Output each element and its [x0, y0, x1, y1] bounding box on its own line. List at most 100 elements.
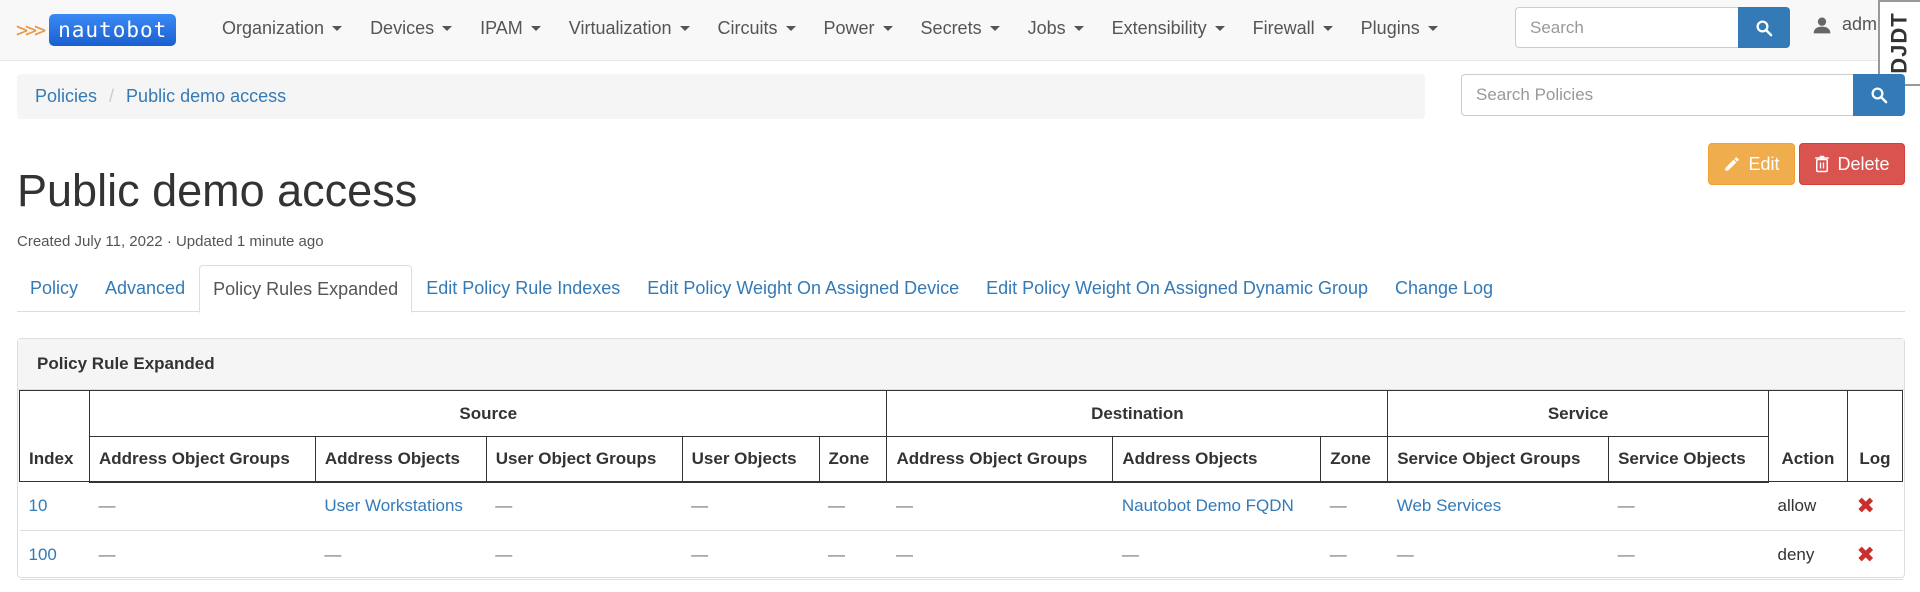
cell-dst-addr-groups: — — [886, 481, 1113, 531]
rule-index-link[interactable]: 100 — [19, 530, 90, 580]
search-icon — [1756, 20, 1773, 36]
col-src-user-objects: User Objects — [681, 436, 820, 483]
delete-button[interactable]: Delete — [1799, 143, 1905, 185]
nautobot-logo[interactable]: >>> nautobot — [16, 11, 177, 48]
tab-edit-policy-rule-indexes[interactable]: Edit Policy Rule Indexes — [413, 265, 633, 312]
nav-label: Secrets — [920, 17, 982, 38]
breadcrumb-separator: / — [109, 86, 115, 106]
cell-src-user-groups: — — [486, 481, 683, 531]
cell-dst-addr-groups: — — [886, 530, 1113, 580]
cell-src-user-objects: — — [682, 481, 820, 531]
user-menu[interactable]: adm — [1812, 14, 1877, 35]
nav-label: Jobs — [1027, 17, 1066, 38]
col-src-zone: Zone — [818, 436, 888, 483]
debug-toolbar-label: DJDT — [1887, 12, 1913, 74]
caret-down-icon — [1427, 25, 1438, 31]
tab-advanced[interactable]: Advanced — [92, 265, 198, 312]
trash-icon — [1815, 155, 1830, 173]
nav-label: Power — [823, 17, 875, 38]
caret-down-icon — [785, 25, 796, 31]
link-nautobot-demo-fqdn[interactable]: Nautobot Demo FQDN — [1112, 481, 1321, 531]
user-label: adm — [1842, 14, 1878, 34]
nav-jobs[interactable]: Jobs — [1014, 18, 1098, 39]
tab-change-log[interactable]: Change Log — [1382, 265, 1506, 312]
page-title: Public demo access — [17, 165, 418, 216]
caret-down-icon — [442, 25, 453, 31]
col-service-object-groups: Service Object Groups — [1387, 436, 1610, 483]
pencil-icon — [1725, 157, 1740, 171]
panel-title: Policy Rule Expanded — [18, 339, 1904, 390]
col-src-address-object-groups: Address Object Groups — [88, 436, 316, 483]
policy-rule-panel: Policy Rule Expanded Index Source Destin… — [17, 338, 1905, 580]
nav-extensibility[interactable]: Extensibility — [1098, 18, 1239, 39]
policy-search-button[interactable] — [1853, 74, 1905, 116]
tab-edit-policy-weight-device[interactable]: Edit Policy Weight On Assigned Device — [634, 265, 972, 312]
global-search-button[interactable] — [1738, 7, 1790, 48]
nav-firewall[interactable]: Firewall — [1239, 18, 1347, 39]
cell-src-zone: — — [819, 481, 887, 531]
col-service-objects: Service Objects — [1608, 436, 1769, 483]
cell-dst-zone: — — [1320, 530, 1388, 580]
group-service: Service — [1387, 390, 1769, 437]
nav-devices[interactable]: Devices — [356, 18, 466, 39]
policy-search-input[interactable]: Search Policies — [1461, 74, 1854, 116]
cell-action: allow — [1768, 481, 1848, 531]
cell-svc-objects: — — [1608, 530, 1769, 580]
caret-down-icon — [1073, 25, 1084, 31]
breadcrumb-current[interactable]: Public demo access — [126, 86, 286, 107]
nav-label: Plugins — [1360, 17, 1420, 38]
logo-arrows: >>> — [16, 17, 46, 42]
link-web-services[interactable]: Web Services — [1387, 481, 1609, 531]
nav-circuits[interactable]: Circuits — [704, 18, 810, 39]
nav-plugins[interactable]: Plugins — [1347, 18, 1452, 39]
tab-policy[interactable]: Policy — [17, 265, 91, 312]
nav-label: Organization — [222, 17, 325, 38]
navbar: >>> nautobot Organization Devices IPAM V… — [0, 0, 1920, 61]
nav-label: IPAM — [480, 17, 523, 38]
col-src-address-objects: Address Objects — [314, 436, 487, 483]
page-meta: Created July 11, 2022 · Updated 1 minute… — [17, 233, 324, 250]
tab-edit-policy-weight-dynamic-group[interactable]: Edit Policy Weight On Assigned Dynamic G… — [973, 265, 1381, 312]
cell-action: deny — [1768, 530, 1848, 580]
col-log: Log — [1846, 390, 1904, 482]
cell-src-addr-objects: — — [315, 530, 487, 580]
caret-down-icon — [679, 25, 690, 31]
cell-svc-objects: — — [1608, 481, 1769, 531]
edit-label: Edit — [1748, 153, 1780, 174]
global-search-input[interactable]: Search — [1515, 7, 1738, 48]
logo-wordmark: nautobot — [49, 13, 177, 46]
breadcrumb: Policies / Public demo access — [17, 74, 1425, 119]
nav-label: Firewall — [1252, 17, 1315, 38]
caret-down-icon — [1214, 25, 1225, 31]
nav-label: Extensibility — [1111, 17, 1207, 38]
nav-virtualization[interactable]: Virtualization — [555, 18, 704, 39]
col-dst-zone: Zone — [1320, 436, 1389, 483]
nav-power[interactable]: Power — [810, 18, 907, 39]
cell-src-zone: — — [819, 530, 887, 580]
cell-src-addr-groups: — — [89, 530, 316, 580]
cell-src-addr-groups: — — [89, 481, 316, 531]
caret-down-icon — [332, 25, 343, 31]
nav-label: Virtualization — [568, 17, 672, 38]
rule-index-link[interactable]: 10 — [19, 481, 90, 531]
cell-dst-addr-objects: — — [1112, 530, 1321, 580]
cell-svc-groups: — — [1387, 530, 1609, 580]
edit-button[interactable]: Edit — [1708, 143, 1795, 185]
table-row: 10 — User Workstations — — — — Nautobot … — [19, 481, 1903, 531]
nav-label: Circuits — [717, 17, 778, 38]
col-action: Action — [1767, 390, 1848, 482]
table-row: 100 — — — — — — — — — — deny ✖ — [19, 530, 1903, 580]
nav-organization[interactable]: Organization — [208, 18, 356, 39]
nav-label: Devices — [370, 17, 435, 38]
breadcrumb-policies[interactable]: Policies — [35, 86, 97, 107]
tab-policy-rules-expanded[interactable]: Policy Rules Expanded — [199, 265, 413, 313]
group-destination: Destination — [886, 390, 1389, 437]
cell-dst-zone: — — [1320, 481, 1388, 531]
log-disabled-icon: ✖ — [1847, 530, 1903, 580]
search-icon — [1871, 87, 1888, 104]
log-disabled-icon: ✖ — [1847, 481, 1903, 531]
link-user-workstations[interactable]: User Workstations — [315, 481, 487, 531]
caret-down-icon — [530, 25, 541, 31]
nav-ipam[interactable]: IPAM — [466, 18, 555, 39]
nav-secrets[interactable]: Secrets — [907, 18, 1014, 39]
